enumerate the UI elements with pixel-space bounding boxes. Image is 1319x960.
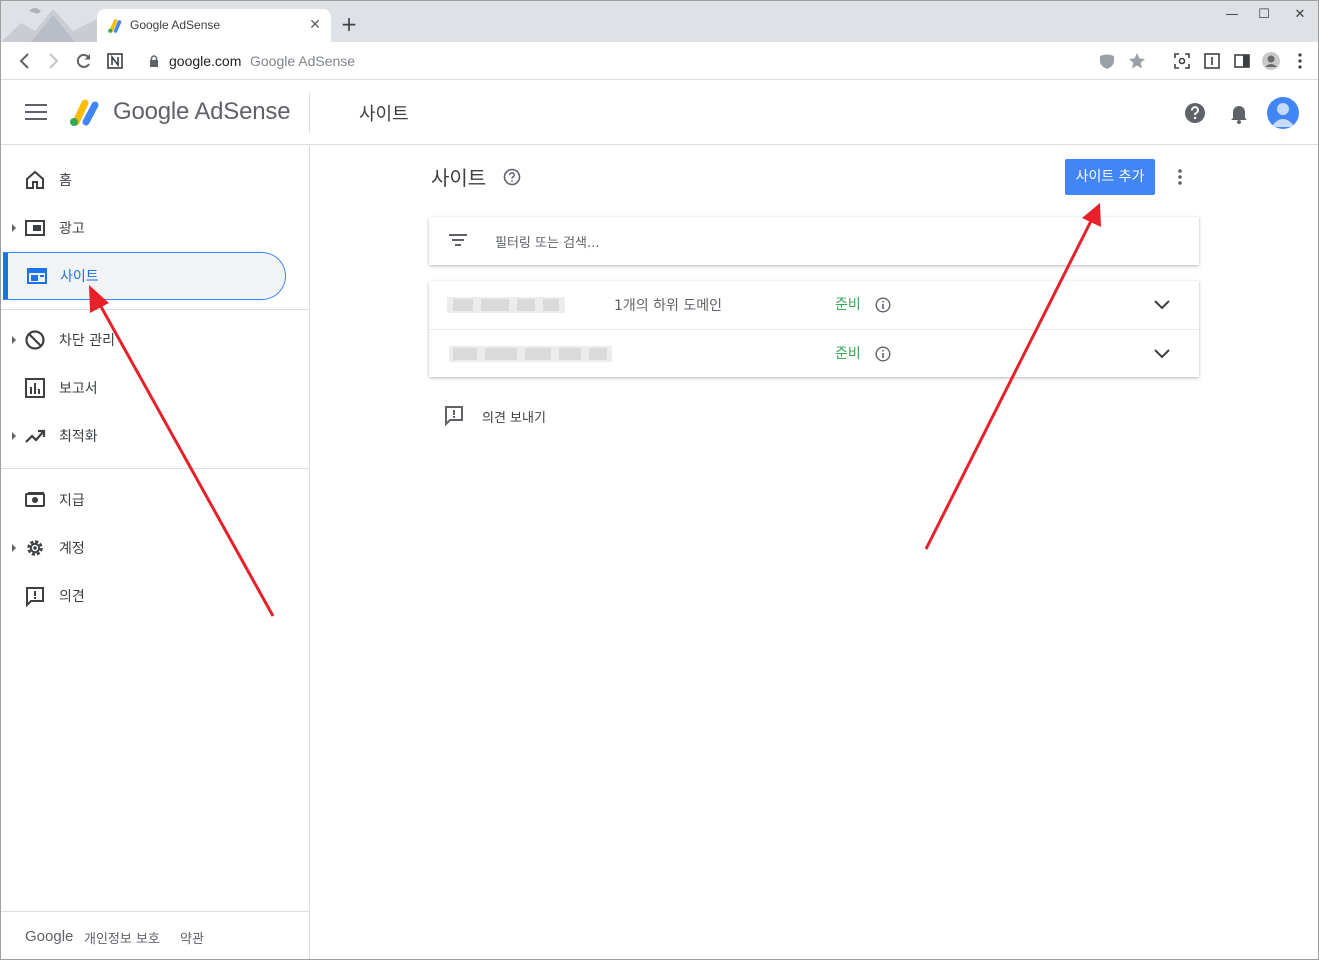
status-badge: 준비 bbox=[835, 346, 861, 362]
ads-icon bbox=[25, 220, 45, 236]
gear-icon bbox=[27, 540, 43, 556]
browser-toolbar: google.com Google AdSense bbox=[1, 42, 1318, 80]
trending-icon bbox=[25, 429, 46, 443]
sidebar-nav: 홈 광고 사이트 차단 관리 보고서 최적화 지급 계정 의견 Google 개… bbox=[1, 146, 310, 959]
site-domain-redacted bbox=[447, 297, 565, 313]
app-header: Google AdSense 사이트 bbox=[1, 81, 1318, 145]
tab-title: Google AdSense bbox=[130, 18, 221, 32]
forward-icon[interactable] bbox=[43, 51, 63, 71]
help-icon[interactable] bbox=[1183, 101, 1207, 125]
site-row[interactable]: 1개의 하위 도메인 준비 bbox=[429, 281, 1199, 329]
feedback-icon[interactable] bbox=[443, 404, 465, 426]
site-row[interactable]: 준비 bbox=[429, 329, 1199, 377]
expand-caret-icon[interactable] bbox=[12, 224, 16, 232]
close-window-button[interactable]: ✕ bbox=[1285, 5, 1315, 25]
info-icon[interactable] bbox=[875, 346, 891, 362]
privacy-link[interactable]: 개인정보 보호 bbox=[84, 928, 160, 947]
sidebar-item-label: 보고서 bbox=[59, 381, 98, 397]
more-vert-icon[interactable] bbox=[1171, 167, 1189, 187]
person-icon bbox=[1271, 103, 1295, 127]
sidebar-item-label: 사이트 bbox=[60, 269, 99, 285]
sites-list: 1개의 하위 도메인 준비 준비 bbox=[429, 281, 1199, 377]
reports-icon bbox=[25, 378, 45, 398]
back-icon[interactable] bbox=[15, 51, 35, 71]
sidebar-item-label: 의견 bbox=[59, 589, 85, 605]
filter-placeholder: 필터링 또는 검색... bbox=[495, 236, 600, 251]
header-divider bbox=[309, 93, 310, 133]
new-tab-button[interactable]: + bbox=[339, 14, 359, 34]
screenshot-icon[interactable] bbox=[1172, 51, 1192, 71]
profile-avatar-icon[interactable] bbox=[1261, 51, 1281, 71]
url-domain[interactable]: google.com bbox=[169, 53, 241, 69]
side-panel-icon[interactable] bbox=[1232, 51, 1252, 71]
help-outline-icon[interactable] bbox=[503, 168, 521, 186]
account-avatar[interactable] bbox=[1267, 97, 1299, 129]
sidebar-item-home[interactable]: 홈 bbox=[1, 156, 309, 204]
sidebar-item-label: 최적화 bbox=[59, 429, 98, 445]
adsense-logo-icon bbox=[70, 99, 99, 126]
reader-icon[interactable] bbox=[1202, 51, 1222, 71]
reload-icon[interactable] bbox=[74, 51, 94, 71]
sidebar-item-ads[interactable]: 광고 bbox=[1, 204, 309, 252]
maximize-button[interactable]: ☐ bbox=[1249, 5, 1279, 25]
filter-icon bbox=[449, 234, 467, 246]
send-feedback-link[interactable]: 의견 보내기 bbox=[482, 407, 546, 426]
lock-icon[interactable] bbox=[147, 54, 161, 68]
terms-link[interactable]: 약관 bbox=[180, 928, 204, 947]
sidebar-item-label: 홈 bbox=[59, 173, 72, 189]
filter-search-bar[interactable]: 필터링 또는 검색... bbox=[429, 217, 1199, 265]
sidebar-item-label: 차단 관리 bbox=[59, 333, 115, 349]
sidebar-item-reports[interactable]: 보고서 bbox=[1, 364, 309, 412]
sidebar-item-optimization[interactable]: 최적화 bbox=[1, 412, 309, 460]
adsense-favicon-icon bbox=[108, 19, 122, 33]
theme-decoration bbox=[1, 1, 97, 42]
sidebar-item-feedback[interactable]: 의견 bbox=[1, 572, 309, 620]
payments-icon bbox=[25, 492, 45, 507]
add-site-button[interactable]: 사이트 추가 bbox=[1065, 159, 1155, 195]
status-badge: 준비 bbox=[835, 297, 861, 313]
tab-strip: Google AdSense ✕ + — ☐ ✕ bbox=[1, 1, 1318, 42]
expand-caret-icon[interactable] bbox=[12, 432, 16, 440]
expand-caret-icon[interactable] bbox=[12, 336, 16, 344]
chevron-down-icon[interactable] bbox=[1153, 348, 1171, 360]
feedback-icon bbox=[26, 587, 44, 607]
notifications-icon[interactable] bbox=[1227, 101, 1251, 125]
expand-caret-icon[interactable] bbox=[12, 544, 16, 552]
subdomain-count: 1개의 하위 도메인 bbox=[614, 298, 722, 314]
sidebar-divider bbox=[1, 468, 309, 469]
product-logo-text[interactable]: Google AdSense bbox=[113, 98, 291, 126]
sidebar-item-label: 지급 bbox=[59, 493, 85, 509]
site-domain-redacted bbox=[449, 346, 612, 362]
home-icon bbox=[26, 170, 44, 189]
sidebar-item-sites[interactable]: 사이트 bbox=[3, 252, 286, 300]
active-tab[interactable]: Google AdSense ✕ bbox=[97, 9, 331, 42]
block-icon bbox=[25, 330, 45, 350]
sidebar-item-label: 계정 bbox=[59, 541, 85, 557]
page-title: 사이트 bbox=[431, 166, 487, 190]
browser-window: Google AdSense ✕ + — ☐ ✕ google.com Goog… bbox=[0, 0, 1319, 960]
sites-icon bbox=[27, 268, 47, 284]
tab-close-icon[interactable]: ✕ bbox=[307, 17, 323, 33]
sidebar-item-account[interactable]: 계정 bbox=[1, 524, 309, 572]
extension-n-icon[interactable] bbox=[105, 51, 125, 71]
browser-menu-icon[interactable] bbox=[1290, 51, 1310, 71]
menu-icon[interactable] bbox=[25, 104, 47, 122]
sidebar-item-blocking[interactable]: 차단 관리 bbox=[1, 316, 309, 364]
minimize-button[interactable]: — bbox=[1217, 5, 1247, 25]
shield-icon[interactable] bbox=[1097, 51, 1117, 71]
sidebar-item-label: 광고 bbox=[59, 221, 85, 237]
header-page-title: 사이트 bbox=[359, 104, 409, 125]
sidebar-item-payments[interactable]: 지급 bbox=[1, 476, 309, 524]
url-page-title[interactable]: Google AdSense bbox=[250, 53, 355, 69]
sidebar-divider bbox=[1, 309, 309, 310]
sidebar-footer: Google 개인정보 보호 약관 bbox=[1, 911, 309, 959]
info-icon[interactable] bbox=[875, 297, 891, 313]
chevron-down-icon[interactable] bbox=[1153, 299, 1171, 311]
google-brand: Google bbox=[25, 928, 74, 945]
star-icon[interactable] bbox=[1127, 51, 1147, 71]
